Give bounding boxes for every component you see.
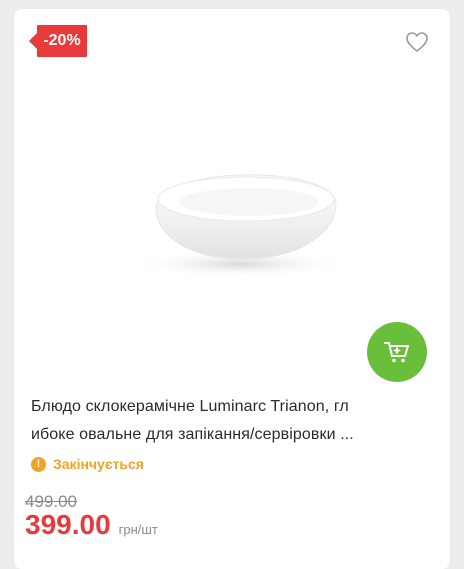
product-title-link[interactable]: Блюдо склокерамічне Luminarc Trianon, гл… xyxy=(31,393,431,449)
discount-badge: -20% xyxy=(37,25,87,57)
price-unit: грн/шт xyxy=(118,522,158,537)
current-price: 399.00 xyxy=(25,509,111,540)
add-to-cart-button[interactable] xyxy=(367,322,427,382)
warning-icon: ! xyxy=(31,456,46,472)
favorite-button[interactable] xyxy=(405,31,429,53)
product-card[interactable]: -20% Блюдо склокерамічне Luminarc Triano… xyxy=(14,9,450,569)
cart-icon xyxy=(384,342,409,363)
price-row: 399.00 грн/шт xyxy=(25,509,158,541)
heart-icon xyxy=(406,32,428,52)
stock-status: ! Закінчується xyxy=(31,456,144,472)
product-image[interactable] xyxy=(104,159,364,289)
product-title-line: ибоке овальне для запікання/сервіровки .… xyxy=(31,426,354,443)
product-title-line: Блюдо склокерамічне Luminarc Trianon, гл xyxy=(31,398,349,415)
stock-status-label: Закінчується xyxy=(53,456,144,472)
